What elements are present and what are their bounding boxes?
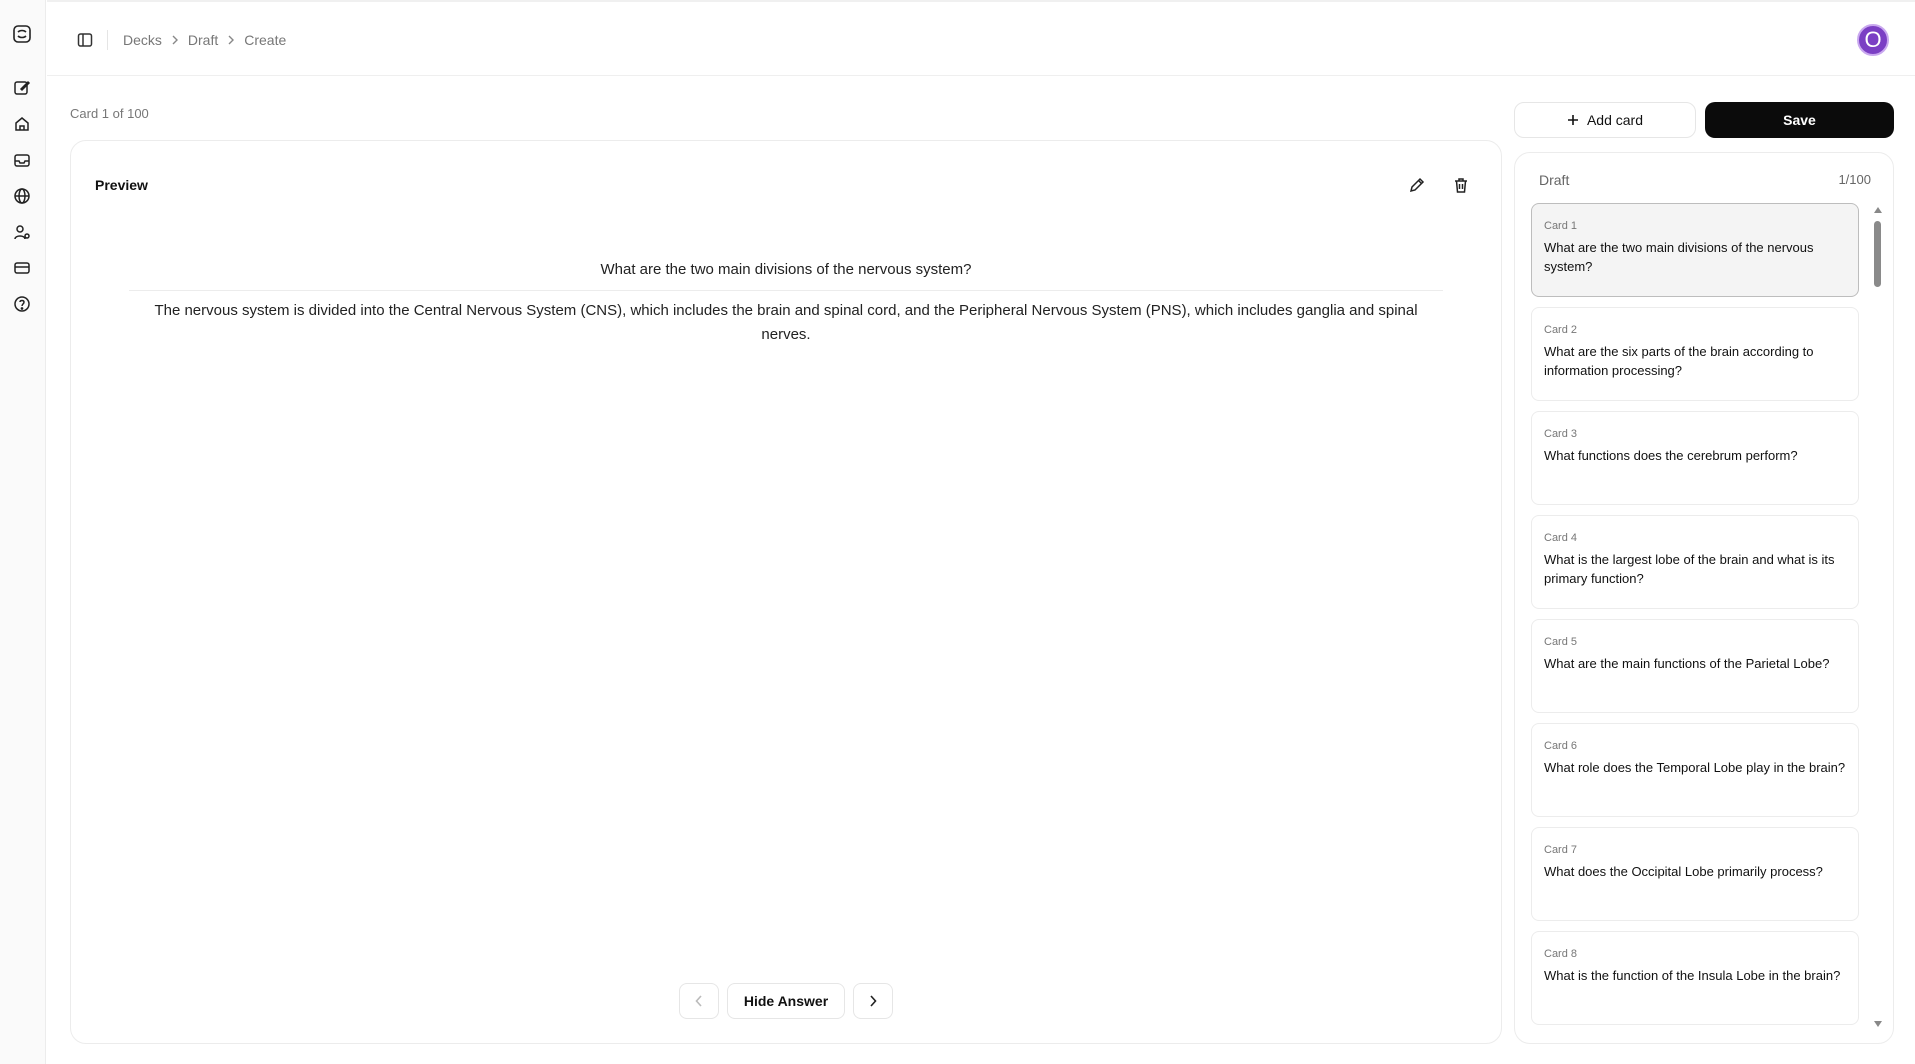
card-list-item-label: Card 1 (1544, 220, 1578, 232)
card-list-item-question: What are the two main divisions of the n… (1544, 240, 1814, 274)
card-list-item[interactable]: Card 7 What does the Occipital Lobe prim… (1531, 827, 1859, 921)
card-list-scrollbar[interactable] (1873, 207, 1883, 1027)
card-list-item-question: What is the function of the Insula Lobe … (1544, 968, 1841, 983)
trash-icon (1452, 176, 1470, 194)
next-card-button[interactable] (853, 983, 894, 1019)
breadcrumb-create: Create (244, 32, 287, 48)
sidebar-toggle-icon[interactable] (75, 30, 95, 50)
pencil-icon (1408, 176, 1426, 194)
card-list: Card 1 What are the two main divisions o… (1531, 203, 1859, 1035)
delete-card-button[interactable] (1449, 173, 1473, 197)
card-list-item-question: What is the largest lobe of the brain an… (1544, 552, 1835, 586)
preview-panel: Preview What are the two main divisions … (70, 140, 1502, 1044)
card-list-item[interactable]: Card 1 What are the two main divisions o… (1531, 203, 1859, 297)
edit-card-button[interactable] (1405, 173, 1429, 197)
previous-card-button[interactable] (678, 983, 719, 1019)
topbar-divider (107, 30, 108, 50)
card-list-item-question: What are the main functions of the Parie… (1544, 656, 1830, 671)
card-list-item-question: What role does the Temporal Lobe play in… (1544, 760, 1846, 775)
draft-title: Draft (1539, 172, 1570, 188)
add-card-label: Add card (1586, 112, 1644, 128)
user-settings-icon[interactable] (12, 222, 32, 242)
chevron-left-icon (695, 995, 703, 1007)
card-icon[interactable] (12, 258, 32, 278)
card-list-item-question: What are the six parts of the brain acco… (1544, 344, 1814, 378)
card-list-item-question: What functions does the cerebrum perform… (1544, 448, 1798, 463)
breadcrumb-decks[interactable]: Decks (123, 32, 162, 48)
card-list-item-label: Card 3 (1544, 428, 1578, 440)
chevron-right-icon (171, 35, 179, 45)
logo-icon[interactable] (12, 24, 32, 44)
top-bar: Decks Draft Create O (47, 0, 1915, 76)
card-list-item[interactable]: Card 6 What role does the Temporal Lobe … (1531, 723, 1859, 817)
card-list-item-label: Card 5 (1544, 636, 1578, 648)
scrollbar-thumb[interactable] (1874, 221, 1881, 287)
hide-answer-button[interactable]: Hide Answer (726, 983, 846, 1019)
avatar[interactable]: O (1857, 24, 1889, 56)
home-icon[interactable] (12, 114, 32, 134)
plus-icon (1567, 114, 1579, 126)
help-icon[interactable] (12, 294, 32, 314)
card-list-item[interactable]: Card 2 What are the six parts of the bra… (1531, 307, 1859, 401)
card-navigation: Hide Answer (71, 983, 1501, 1019)
scroll-down-arrow-icon[interactable] (1874, 1021, 1882, 1027)
card-counter: Card 1 of 100 (70, 106, 149, 121)
globe-icon[interactable] (12, 186, 32, 206)
card-list-item[interactable]: Card 8 What is the function of the Insul… (1531, 931, 1859, 1025)
card-question: What are the two main divisions of the n… (129, 261, 1443, 291)
breadcrumb: Decks Draft Create (123, 32, 286, 48)
draft-panel: Draft 1/100 Card 1 What are the two main… (1514, 152, 1894, 1044)
card-list-item-label: Card 7 (1544, 844, 1578, 856)
scroll-up-arrow-icon[interactable] (1874, 207, 1882, 213)
card-list-item-label: Card 4 (1544, 532, 1578, 544)
preview-title: Preview (95, 177, 148, 193)
inbox-icon[interactable] (12, 150, 32, 170)
card-list-item-label: Card 6 (1544, 740, 1578, 752)
card-answer: The nervous system is divided into the C… (154, 302, 1418, 343)
left-rail (0, 0, 46, 1064)
breadcrumb-draft[interactable]: Draft (188, 32, 218, 48)
edit-icon[interactable] (12, 78, 32, 98)
chevron-right-icon (869, 995, 877, 1007)
card-list-item[interactable]: Card 4 What is the largest lobe of the b… (1531, 515, 1859, 609)
card-list-item[interactable]: Card 5 What are the main functions of th… (1531, 619, 1859, 713)
add-card-button[interactable]: Add card (1514, 102, 1696, 138)
card-list-item-label: Card 8 (1544, 948, 1578, 960)
card-list-item-label: Card 2 (1544, 324, 1578, 336)
chevron-right-icon (227, 35, 235, 45)
draft-count: 1/100 (1838, 172, 1871, 187)
card-list-item[interactable]: Card 3 What functions does the cerebrum … (1531, 411, 1859, 505)
card-list-item-question: What does the Occipital Lobe primarily p… (1544, 864, 1823, 879)
save-button[interactable]: Save (1705, 102, 1894, 138)
